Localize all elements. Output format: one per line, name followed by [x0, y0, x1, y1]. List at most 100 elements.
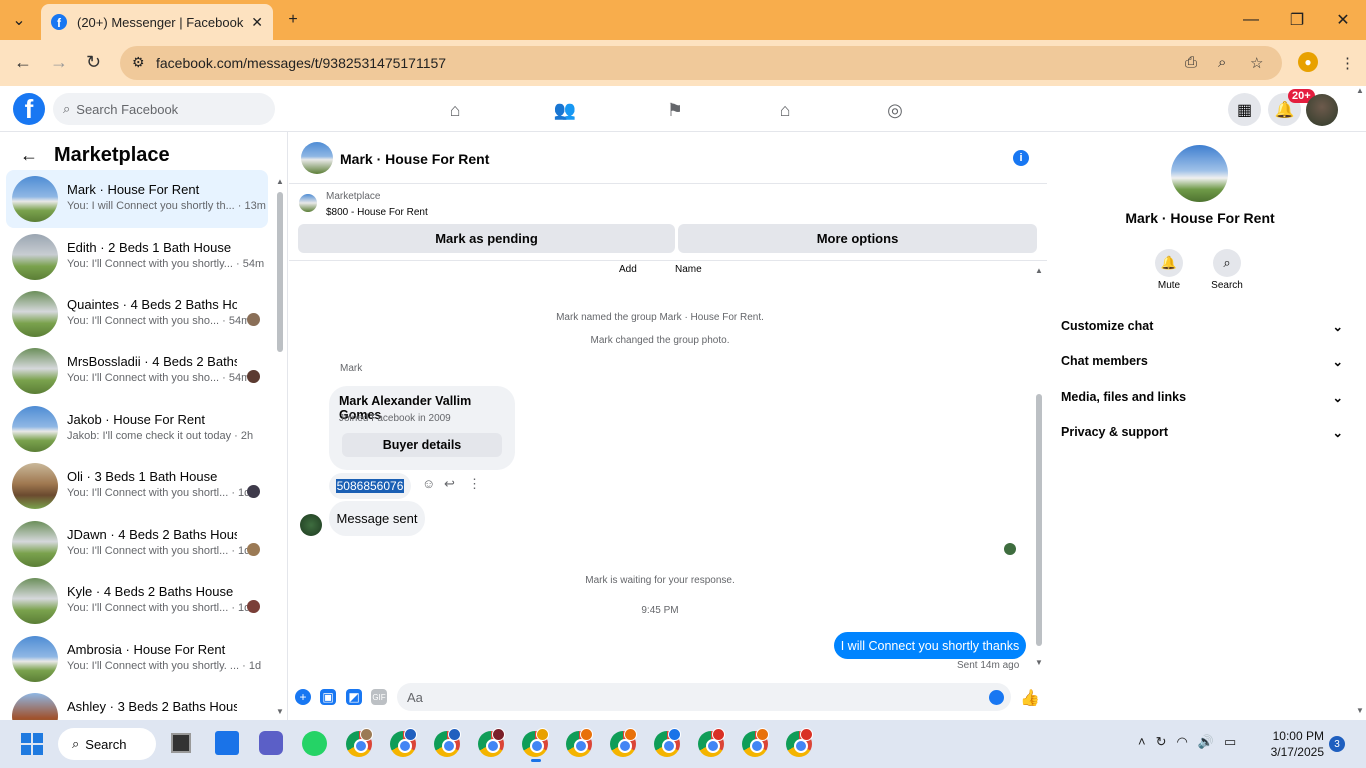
- scroll-down-icon[interactable]: ▼: [276, 707, 284, 716]
- facebook-logo-icon[interactable]: f: [13, 93, 45, 125]
- outgoing-message-bubble[interactable]: I will Connect you shortly thanks: [834, 632, 1026, 659]
- back-arrow-icon[interactable]: ←: [20, 145, 38, 166]
- conversation-item[interactable]: Kyle · 4 Beds 2 Baths House You: I'll Co…: [6, 572, 268, 630]
- reply-icon[interactable]: ↩: [444, 476, 455, 492]
- taskbar-search[interactable]: ⌕ Search: [58, 728, 156, 760]
- chrome-icon[interactable]: [698, 728, 725, 757]
- menu-kebab-icon[interactable]: ⋮: [1340, 54, 1355, 72]
- account-avatar[interactable]: [1306, 94, 1338, 126]
- mark-as-pending-button[interactable]: Mark as pending: [298, 224, 675, 253]
- teams-icon[interactable]: [259, 731, 283, 755]
- chrome-icon[interactable]: [786, 728, 813, 757]
- scroll-up-icon[interactable]: ▲: [1356, 86, 1364, 95]
- groups-icon[interactable]: ◎: [883, 98, 907, 122]
- conversation-item[interactable]: Ashley · 3 Beds 2 Baths House: [6, 687, 268, 720]
- name-group-label[interactable]: Name: [675, 264, 702, 275]
- scrollbar-thumb[interactable]: [277, 192, 283, 352]
- facebook-search-input[interactable]: ⌕ Search Facebook: [53, 93, 275, 125]
- conversation-item[interactable]: Mark · House For Rent You: I will Connec…: [6, 170, 268, 228]
- volume-icon[interactable]: 🔊: [1198, 734, 1214, 750]
- message-bubble[interactable]: Message sent: [329, 501, 425, 536]
- buyer-details-button[interactable]: Buyer details: [342, 433, 502, 457]
- scroll-down-icon[interactable]: ▼: [1035, 658, 1043, 667]
- chat-members-section[interactable]: Chat members ⌄: [1061, 354, 1343, 369]
- privacy-support-section[interactable]: Privacy & support ⌄: [1061, 425, 1343, 440]
- pages-flag-icon[interactable]: ⚑: [663, 98, 687, 122]
- tab-search-icon[interactable]: ⌄: [4, 0, 34, 40]
- sender-avatar[interactable]: [300, 514, 322, 536]
- like-thumb-icon[interactable]: 👍: [1020, 688, 1040, 708]
- whatsapp-icon[interactable]: [302, 731, 327, 756]
- more-options-button[interactable]: More options: [678, 224, 1037, 253]
- phone-number-text[interactable]: 5086856076: [335, 479, 405, 493]
- widgets-icon[interactable]: [215, 731, 239, 755]
- more-actions-icon[interactable]: ⋮: [468, 476, 481, 492]
- plus-icon[interactable]: +: [295, 689, 311, 705]
- minimize-icon[interactable]: —: [1228, 0, 1274, 40]
- conversation-item[interactable]: Quaintes · 4 Beds 2 Baths Ho... You: I'l…: [6, 285, 268, 343]
- chrome-icon[interactable]: [742, 728, 769, 757]
- wifi-icon[interactable]: ◠: [1177, 734, 1188, 750]
- new-tab-icon[interactable]: +: [270, 0, 316, 40]
- browser-tab[interactable]: f (20+) Messenger | Facebook ✕: [41, 4, 273, 40]
- menu-grid-icon[interactable]: ▦: [1228, 93, 1261, 126]
- react-icon[interactable]: ☺: [422, 476, 435, 491]
- back-icon[interactable]: ←: [14, 52, 32, 73]
- message-input[interactable]: Aa: [397, 683, 1011, 711]
- windows-start-icon[interactable]: [21, 733, 43, 755]
- conversation-item[interactable]: MrsBossladii · 4 Beds 2 Baths ... You: I…: [6, 342, 268, 400]
- chat-avatar[interactable]: [301, 142, 333, 174]
- scroll-down-icon[interactable]: ▼: [1356, 706, 1364, 715]
- address-bar[interactable]: ⚙ facebook.com/messages/t/93825314751711…: [120, 46, 1282, 80]
- chat-title[interactable]: Mark · House For Rent: [340, 151, 489, 167]
- info-icon[interactable]: i: [1013, 150, 1029, 166]
- sticker-icon[interactable]: ◩: [346, 689, 362, 705]
- scroll-up-icon[interactable]: ▲: [276, 177, 284, 186]
- bookmark-star-icon[interactable]: ☆: [1250, 54, 1263, 72]
- search-icon[interactable]: ⌕: [1213, 249, 1241, 277]
- clock[interactable]: 10:00 PM 3/17/2025: [1262, 728, 1324, 760]
- chrome-icon[interactable]: [390, 728, 417, 757]
- chevron-up-icon[interactable]: ˄: [1138, 734, 1146, 750]
- chrome-icon[interactable]: [478, 728, 505, 757]
- chrome-icon[interactable]: [566, 728, 593, 757]
- mute-bell-icon[interactable]: 🔔: [1155, 249, 1183, 277]
- close-tab-icon[interactable]: ✕: [251, 14, 263, 31]
- profile-icon[interactable]: ●: [1298, 52, 1318, 72]
- chrome-icon[interactable]: [654, 728, 681, 757]
- conversation-item[interactable]: Ambrosia · House For Rent You: I'll Conn…: [6, 630, 268, 688]
- battery-icon[interactable]: ▭: [1224, 734, 1236, 750]
- chat-scrollbar[interactable]: ▲ ▼: [1034, 266, 1044, 667]
- marketplace-icon[interactable]: ⌂: [773, 98, 797, 122]
- sync-icon[interactable]: ↻: [1156, 734, 1167, 750]
- install-app-icon[interactable]: ⎙: [1185, 54, 1197, 71]
- home-icon[interactable]: ⌂: [443, 98, 467, 122]
- site-settings-icon[interactable]: ⚙: [132, 54, 145, 71]
- photo-icon[interactable]: ▣: [320, 689, 336, 705]
- chrome-icon[interactable]: [522, 728, 549, 757]
- conversation-item[interactable]: Edith · 2 Beds 1 Bath House You: I'll Co…: [6, 228, 268, 286]
- forward-icon[interactable]: →: [50, 52, 68, 73]
- notification-count-badge[interactable]: 3: [1329, 736, 1345, 752]
- phone-message-bubble[interactable]: 5086856076: [329, 473, 411, 499]
- conversation-item[interactable]: JDawn · 4 Beds 2 Baths House You: I'll C…: [6, 515, 268, 573]
- task-view-icon[interactable]: [171, 733, 191, 753]
- friends-icon[interactable]: 👥: [553, 98, 577, 122]
- conversation-item[interactable]: Oli · 3 Beds 1 Bath House You: I'll Conn…: [6, 457, 268, 515]
- emoji-icon[interactable]: [989, 690, 1004, 705]
- gif-icon[interactable]: GIF: [371, 689, 387, 705]
- listing-title[interactable]: $800 - House For Rent: [326, 207, 428, 218]
- zoom-icon[interactable]: ⌕: [1218, 54, 1226, 71]
- add-member-label[interactable]: Add: [619, 264, 637, 275]
- sidebar-scrollbar[interactable]: ▲ ▼: [276, 177, 284, 717]
- customize-chat-section[interactable]: Customize chat ⌄: [1061, 319, 1343, 334]
- listing-thumbnail[interactable]: [299, 194, 317, 212]
- chrome-icon[interactable]: [346, 728, 373, 757]
- conversation-item[interactable]: Jakob · House For Rent Jakob: I'll come …: [6, 400, 268, 458]
- group-photo[interactable]: [1171, 145, 1228, 202]
- chrome-icon[interactable]: [610, 728, 637, 757]
- media-files-links-section[interactable]: Media, files and links ⌄: [1061, 390, 1343, 405]
- page-scrollbar[interactable]: ▲ ▼: [1354, 86, 1366, 720]
- scroll-up-icon[interactable]: ▲: [1035, 266, 1043, 275]
- scrollbar-thumb[interactable]: [1036, 394, 1042, 646]
